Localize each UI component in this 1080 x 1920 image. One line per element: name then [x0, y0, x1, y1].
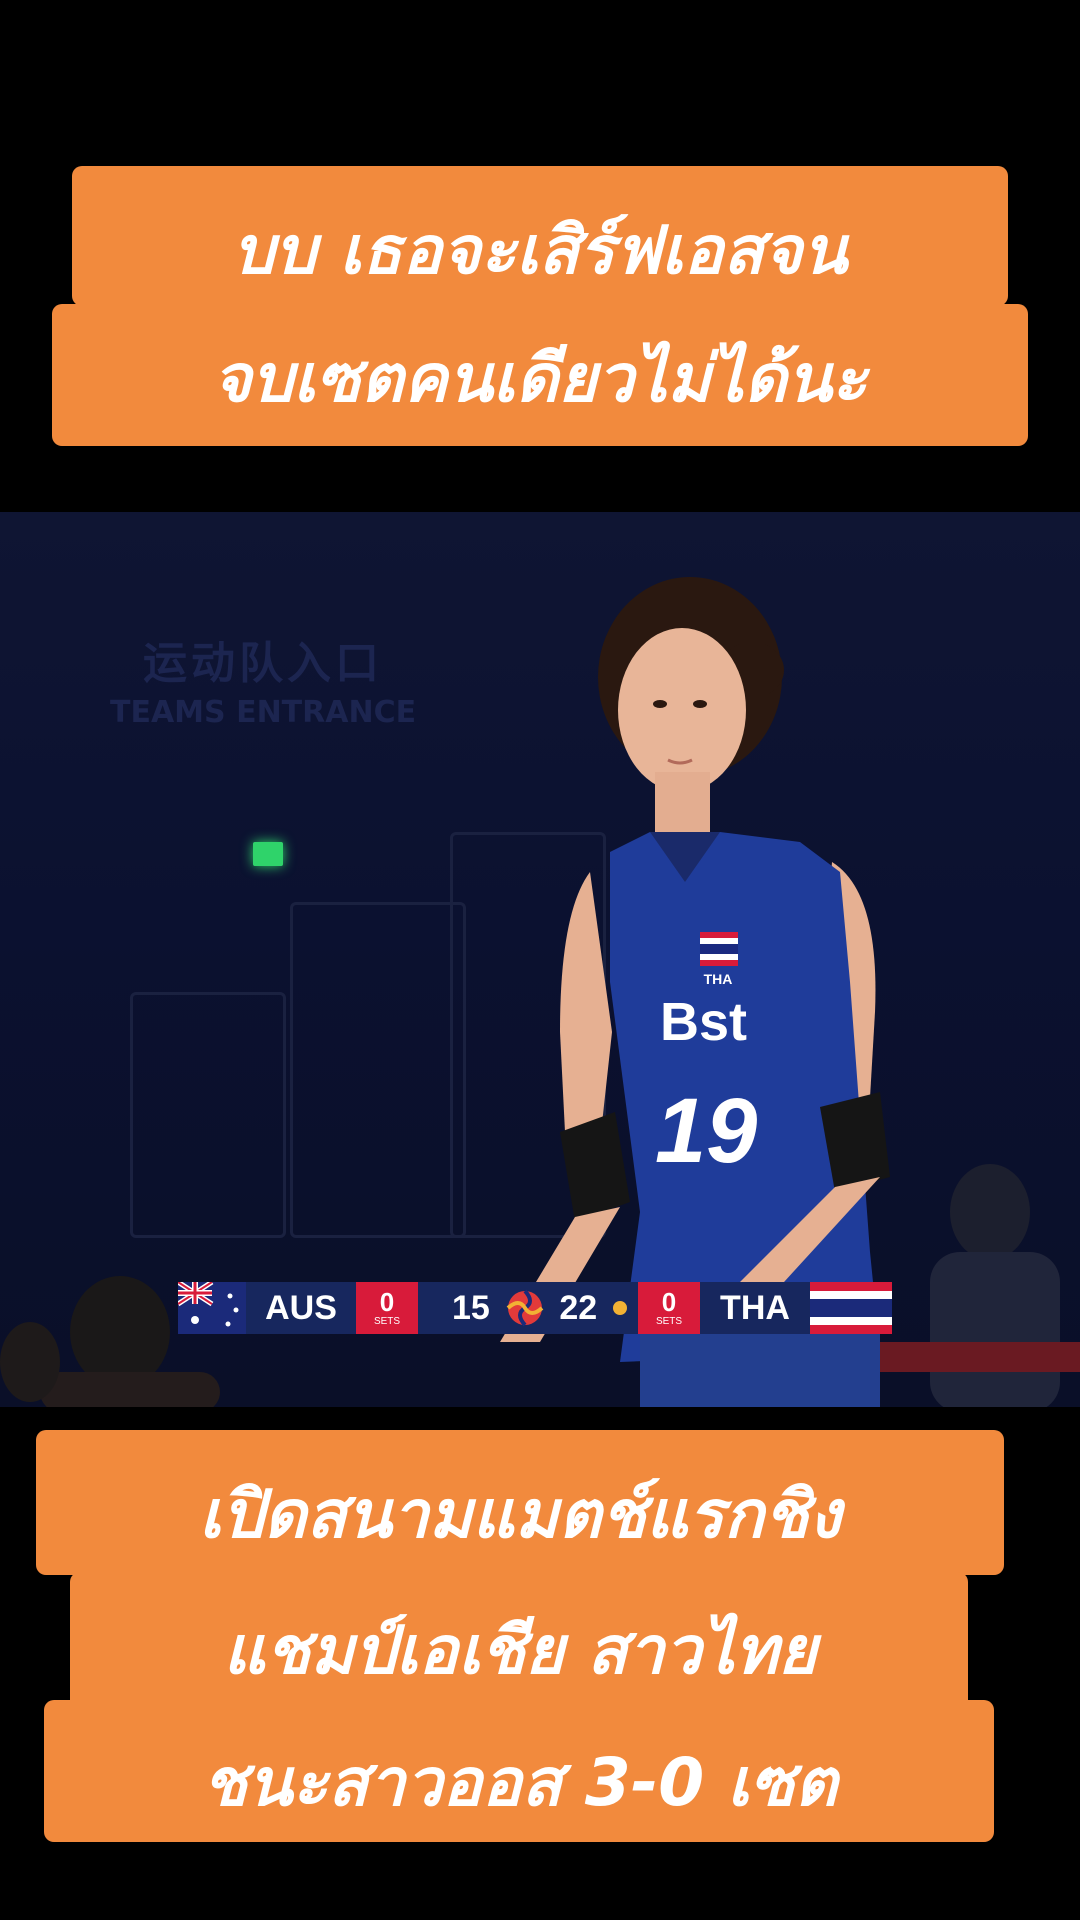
video-frame: บบ เธอจะเสิร์ฟเอสจน จบเซตคนเดียวไม่ได้นะ…: [0, 0, 1080, 1920]
away-points: 22: [559, 1288, 598, 1327]
top-caption-line-2: จบเซตคนเดียวไม่ได้นะ: [212, 340, 868, 417]
serve-ball-icon: [613, 1301, 627, 1315]
jersey-number: 19: [655, 1080, 757, 1182]
jersey-country-text: THA: [704, 971, 733, 987]
home-sets-value: 0: [379, 1287, 395, 1317]
top-caption-line-1: บบ เธอจะเสิร์ฟเอสจน: [232, 212, 848, 289]
australia-flag-icon: [178, 1282, 246, 1334]
bottom-caption-line-3: ชนะสาวออส 3-0 เซต: [202, 1744, 838, 1821]
volleyball-icon: [506, 1289, 543, 1327]
home-points: 15: [452, 1288, 490, 1327]
away-sets-value: 0: [661, 1287, 677, 1317]
scoreboard: AUS 0 SETS 15 22 0 SETS THA: [178, 1282, 898, 1334]
away-team-name: THA: [720, 1288, 790, 1327]
bottom-caption: เปิดสนามแมตช์แรกชิง แชมป์เอเชีย สาวไทย ช…: [36, 1430, 1004, 1842]
top-caption: บบ เธอจะเสิร์ฟเอสจน จบเซตคนเดียวไม่ได้นะ: [52, 166, 1028, 446]
video-player[interactable]: 运动队入口 TEAMS ENTRANCE THA Bst 19 AUS 0 SE…: [0, 512, 1080, 1407]
home-team-name: AUS: [265, 1288, 337, 1327]
home-team-cell: AUS: [246, 1282, 356, 1334]
away-team-cell: THA: [700, 1282, 810, 1334]
home-sets: 0 SETS: [356, 1282, 418, 1334]
jersey-sponsor: Bst: [660, 992, 747, 1052]
thailand-flag-icon: [810, 1282, 892, 1334]
away-sets-label: SETS: [655, 1316, 683, 1327]
home-sets-label: SETS: [373, 1316, 401, 1327]
away-sets: 0 SETS: [638, 1282, 700, 1334]
volleyball-player: THA Bst 19: [0, 577, 1080, 1407]
bottom-caption-line-1: เปิดสนามแมตช์แรกชิง: [199, 1476, 841, 1553]
bottom-caption-line-2: แชมป์เอเชีย สาวไทย: [223, 1612, 817, 1689]
points-cell: 15 22: [418, 1282, 638, 1334]
